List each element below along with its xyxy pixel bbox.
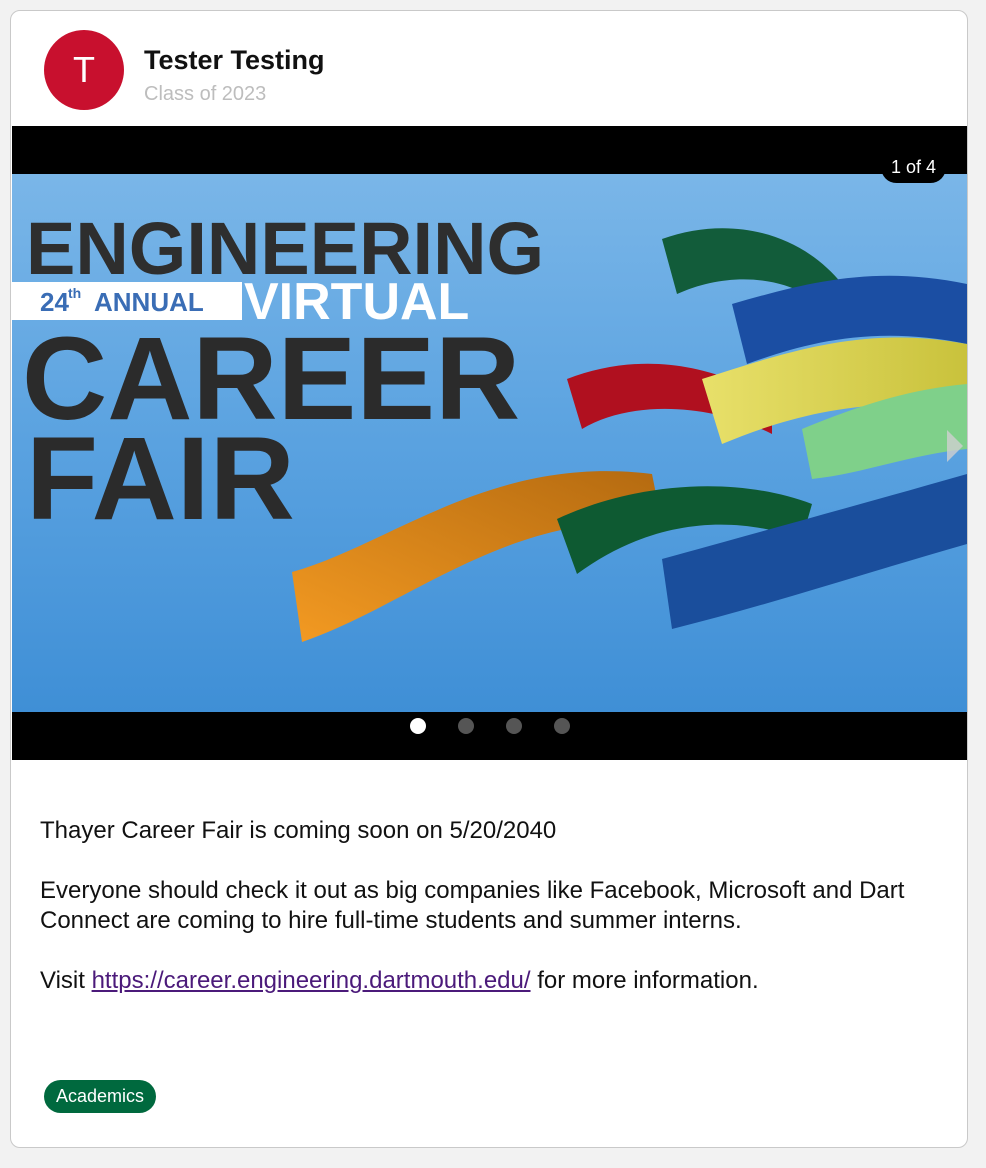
carousel-dot-3[interactable]: [506, 718, 522, 734]
avatar[interactable]: T: [44, 30, 124, 110]
carousel-dot-4[interactable]: [554, 718, 570, 734]
slide-counter: 1 of 4: [880, 152, 946, 183]
post-visit-line: Visit https://career.engineering.dartmou…: [40, 966, 940, 996]
slide-annual-suffix: th: [68, 285, 81, 301]
post-card: T Tester Testing Class of 2023 ENGINEERI…: [10, 10, 968, 1148]
post-body: Thayer Career Fair is coming soon on 5/2…: [40, 816, 940, 1026]
author-name[interactable]: Tester Testing: [144, 45, 325, 76]
visit-suffix: for more information.: [537, 967, 759, 994]
carousel-indicators: [12, 718, 967, 734]
carousel-dot-2[interactable]: [458, 718, 474, 734]
post-line-1: Thayer Career Fair is coming soon on 5/2…: [40, 817, 557, 844]
slide-fair: FAIR: [26, 413, 295, 545]
slide-image[interactable]: ENGINEERING 24 th ANNUAL VIRTUAL CAREER …: [12, 174, 967, 712]
career-link[interactable]: https://career.engineering.dartmouth.edu…: [92, 967, 531, 994]
author-class-year: Class of 2023: [144, 83, 267, 105]
carousel-dot-1[interactable]: [410, 718, 426, 734]
image-carousel[interactable]: ENGINEERING 24 th ANNUAL VIRTUAL CAREER …: [12, 126, 967, 760]
next-arrow-icon[interactable]: [945, 426, 965, 466]
post-line-2: Everyone should check it out as big comp…: [40, 877, 905, 934]
post-header: T Tester Testing Class of 2023: [11, 11, 967, 127]
tag-academics[interactable]: Academics: [44, 1080, 157, 1113]
visit-prefix: Visit: [40, 967, 85, 994]
